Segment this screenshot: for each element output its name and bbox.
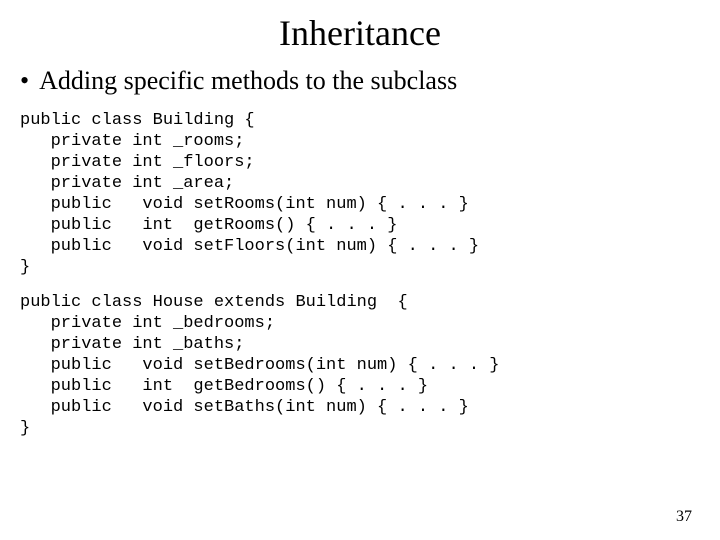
page-title: Inheritance [20, 12, 700, 54]
bullet-item: • Adding specific methods to the subclas… [20, 66, 700, 96]
bullet-dot: • [20, 66, 29, 96]
slide: Inheritance • Adding specific methods to… [0, 0, 720, 540]
bullet-text: Adding specific methods to the subclass [39, 66, 457, 96]
page-number: 37 [676, 508, 692, 526]
code-block-building: public class Building { private int _roo… [20, 110, 700, 278]
code-block-house: public class House extends Building { pr… [20, 292, 700, 439]
